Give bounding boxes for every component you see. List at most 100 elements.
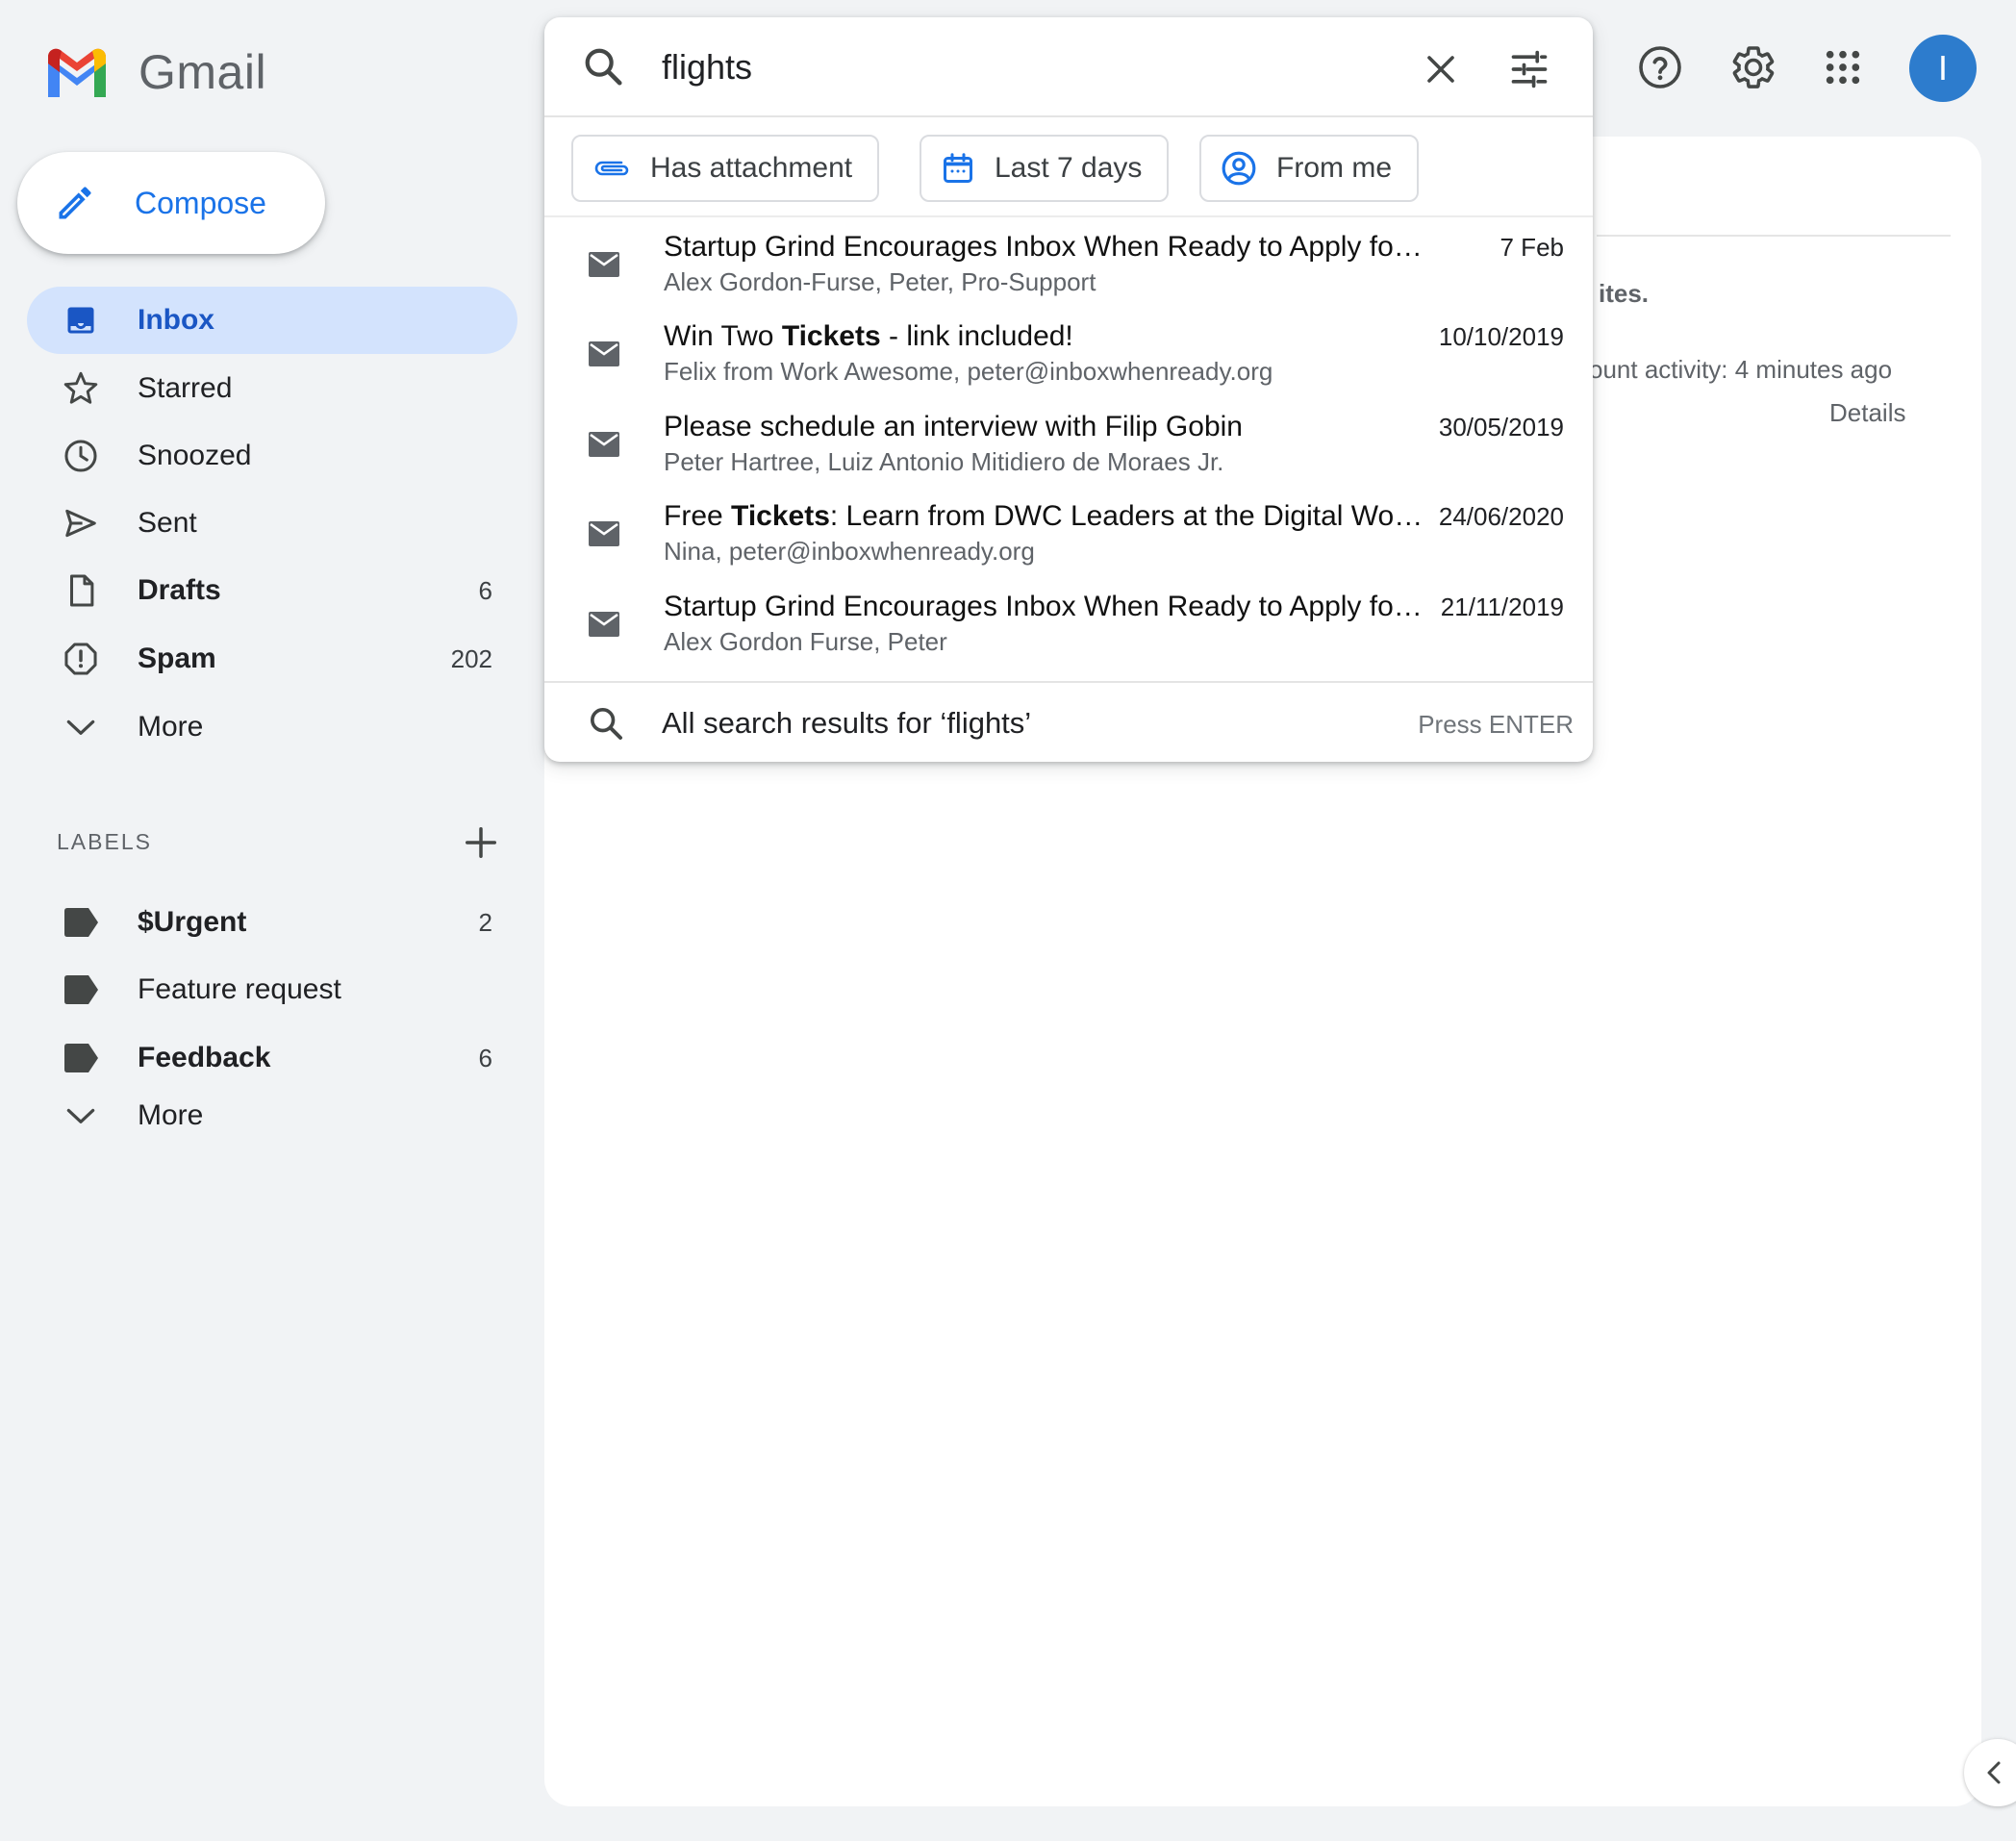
content-divider [1597,235,1951,237]
label-tag-icon [58,899,104,946]
chip-label: From me [1276,152,1392,184]
search-result[interactable]: Startup Grind Encourages Inbox When Read… [544,223,1593,312]
help-icon [1639,46,1681,88]
result-subject: Startup Grind Encourages Inbox When Read… [664,231,1424,263]
compose-button[interactable]: Compose [17,152,325,254]
label-name: Feature request [138,973,341,1005]
result-date: 10/10/2019 [1438,322,1564,351]
search-dropdown: Has attachment Last 7 days From me Start… [544,17,1593,762]
nav-snoozed[interactable]: Snoozed [27,422,517,490]
result-from: Felix from Work Awesome, peter@inboxwhen… [664,357,1273,386]
result-date: 7 Feb [1499,233,1565,262]
nav-label: Drafts [138,574,221,606]
chevron-left-icon [1987,1761,2001,1784]
all-results-label: All search results for ‘flights’ [662,706,1032,740]
nav-starred[interactable]: Starred [27,355,517,422]
close-icon [1427,56,1454,83]
spam-icon [58,636,104,682]
result-subject: Startup Grind Encourages Inbox When Read… [664,591,1424,622]
draft-icon [58,567,104,614]
add-label-button[interactable] [458,820,504,866]
chips-divider [544,215,1593,217]
search-icon[interactable] [581,44,625,88]
result-from: Peter Hartree, Luiz Antonio Mitidiero de… [664,447,1224,476]
account-avatar[interactable]: I [1909,35,1977,102]
label-tag-icon [58,967,104,1013]
apps-button[interactable] [1812,37,1874,98]
nav-label: Snoozed [138,440,252,471]
pencil-icon [59,187,91,219]
compose-label: Compose [135,185,266,220]
search-bar [544,17,1593,117]
chip-has-attachment[interactable]: Has attachment [571,135,880,202]
label-count: 2 [478,907,492,937]
nav-sent[interactable]: Sent [27,490,517,557]
result-date: 24/06/2020 [1438,502,1564,531]
chip-label: Last 7 days [995,152,1143,184]
label-feature-request[interactable]: Feature request [27,956,517,1023]
clear-search-button[interactable] [1414,42,1468,96]
mail-icon [589,341,619,366]
gmail-wordmark: Gmail [139,45,267,99]
chevron-down-icon [58,1093,104,1139]
star-icon [58,366,104,412]
plus-icon [466,827,496,858]
chevron-down-icon [58,704,104,750]
background-text: ites. [1599,279,1650,308]
nav-label: Inbox [138,304,214,336]
result-from: Alex Gordon Furse, Peter [664,627,947,656]
label-name: $Urgent [138,906,247,938]
result-subject: Please schedule an interview with Filip … [664,411,1243,442]
result-subject: Free Tickets: Learn from DWC Leaders at … [664,500,1424,532]
calendar-icon [944,153,972,183]
nav-label: Starred [138,372,233,404]
result-subject: Win Two Tickets - link included! [664,320,1073,352]
nav-spam[interactable]: Spam 202 [27,625,517,693]
label-name: Feedback [138,1042,271,1073]
settings-button[interactable] [1723,37,1784,98]
gmail-logo[interactable]: Gmail [44,44,266,100]
result-from: Alex Gordon-Furse, Peter, Pro-Support [664,267,1096,296]
label-urgent[interactable]: $Urgent 2 [27,889,517,956]
label-tag-icon [58,1035,104,1081]
nav-label: More [138,711,204,743]
gmail-m-icon [48,48,106,97]
mail-icon [589,252,619,277]
search-result[interactable]: Please schedule an interview with Filip … [544,403,1593,492]
nav-count: 6 [478,575,492,605]
account-activity-text: ount activity: 4 minutes ago [1589,355,1893,384]
search-input[interactable] [662,38,1354,96]
tune-icon [1511,50,1548,88]
send-icon [58,500,104,546]
nav-drafts[interactable]: Drafts 6 [27,557,517,624]
labels-heading: LABELS [57,829,152,854]
help-button[interactable] [1629,37,1691,98]
search-result[interactable]: Win Two Tickets - link included! Felix f… [544,313,1593,401]
account-circle-icon [1222,151,1256,186]
nav-label: Sent [138,507,197,539]
result-date: 30/05/2019 [1438,413,1564,441]
nav-label: Spam [138,643,216,674]
clock-icon [58,433,104,479]
nav-inbox[interactable]: Inbox [27,287,517,354]
search-result[interactable]: Startup Grind Encourages Inbox When Read… [544,583,1593,671]
result-date: 21/11/2019 [1440,593,1564,621]
gear-icon [1732,46,1775,88]
nav-more[interactable]: More [27,694,517,761]
press-enter-hint: Press ENTER [1418,710,1574,739]
search-options-button[interactable] [1502,42,1556,96]
labels-more[interactable]: More [27,1082,517,1149]
chip-last-7-days[interactable]: Last 7 days [920,135,1170,202]
inbox-icon [58,297,104,343]
result-from: Nina, peter@inboxwhenready.org [664,537,1035,566]
chip-from-me[interactable]: From me [1199,135,1419,202]
search-icon [587,704,625,743]
nav-count: 202 [450,643,492,673]
details-link[interactable]: Details [1829,398,1905,428]
mail-icon [589,612,619,637]
search-result[interactable]: Free Tickets: Learn from DWC Leaders at … [544,492,1593,581]
paperclip-icon [594,161,629,176]
chip-label: Has attachment [650,152,853,184]
all-search-results-row[interactable]: All search results for ‘flights’ Press E… [544,683,1593,762]
mail-icon [589,521,619,546]
